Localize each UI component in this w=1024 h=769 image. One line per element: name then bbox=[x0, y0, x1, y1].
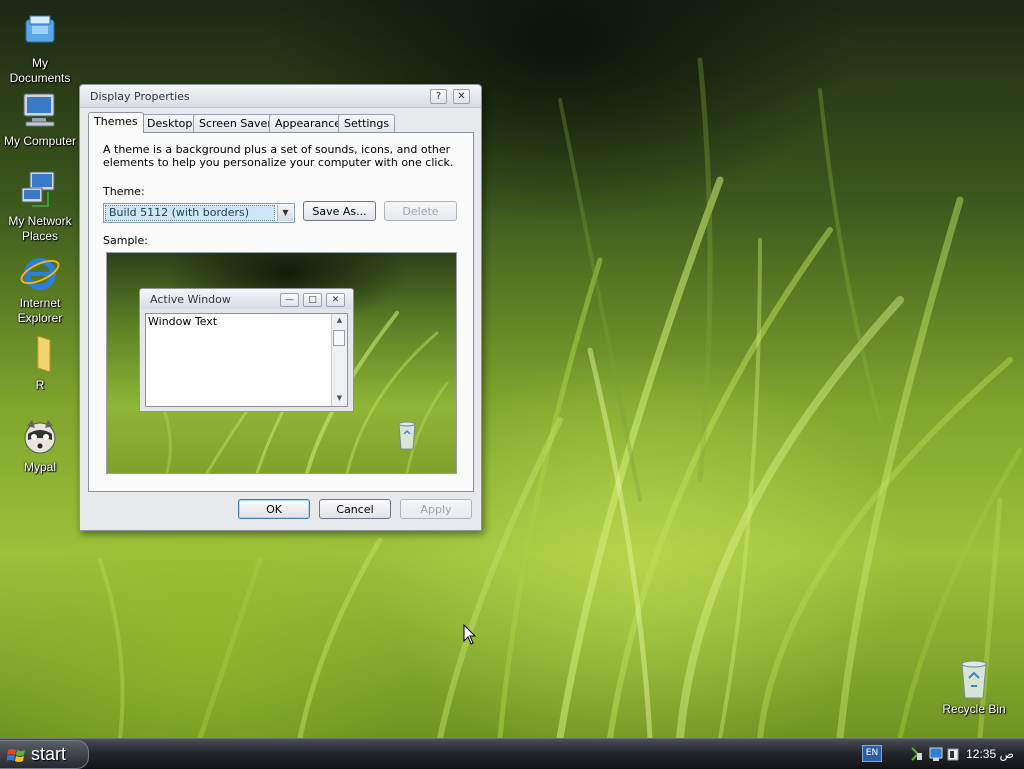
theme-description: A theme is a background plus a set of so… bbox=[103, 143, 454, 169]
desktop-icon-recycle-bin[interactable]: Recycle Bin bbox=[934, 656, 1014, 717]
sample-label: Sample: bbox=[103, 234, 148, 247]
tab-desktop[interactable]: Desktop bbox=[141, 114, 199, 132]
theme-label: Theme: bbox=[103, 185, 145, 198]
tab-themes[interactable]: Themes bbox=[88, 112, 144, 133]
desktop-icon-my-computer[interactable]: My Computer bbox=[0, 88, 80, 149]
internet-explorer-icon bbox=[18, 250, 62, 294]
scroll-up-icon: ▲ bbox=[336, 316, 343, 324]
language-indicator[interactable]: EN bbox=[862, 745, 882, 762]
close-icon: ✕ bbox=[326, 293, 345, 307]
safely-remove-tray-icon bbox=[947, 748, 959, 761]
desktop-icon-label: Internet Explorer bbox=[17, 296, 63, 325]
my-documents-icon bbox=[18, 10, 62, 54]
desktop-icon-label: R bbox=[35, 378, 45, 392]
sample-window-text: Window Text bbox=[148, 315, 218, 328]
scroll-down-icon: ▼ bbox=[336, 394, 343, 402]
sample-scrollbar: ▲ ▼ bbox=[331, 314, 347, 406]
sample-active-window: Active Window — □ ✕ Window Text ▲ ▼ bbox=[139, 288, 354, 412]
network-tray-icon bbox=[911, 747, 922, 761]
theme-sample-preview: Active Window — □ ✕ Window Text ▲ ▼ bbox=[106, 252, 457, 474]
help-button[interactable]: ? bbox=[430, 89, 447, 104]
sample-window-title: Active Window bbox=[150, 293, 231, 306]
recycle-bin-icon bbox=[952, 656, 996, 700]
maximize-icon: □ bbox=[303, 293, 322, 307]
desktop-icon-folder-r[interactable]: R bbox=[0, 332, 80, 393]
desktop-icon-mypal[interactable]: Mypal bbox=[0, 414, 80, 475]
desktop-icon-label: My Computer bbox=[3, 134, 77, 148]
display-properties-dialog: Display Properties ? ✕ Themes Desktop Sc… bbox=[79, 84, 482, 531]
start-label: start bbox=[31, 744, 67, 764]
sample-window-body: Window Text ▲ ▼ bbox=[145, 313, 348, 407]
close-button[interactable]: ✕ bbox=[453, 89, 470, 104]
desktop-icon-label: Recycle Bin bbox=[942, 702, 1006, 716]
desktop-icon-internet-explorer[interactable]: Internet Explorer bbox=[0, 250, 80, 326]
delete-button[interactable]: Delete bbox=[384, 201, 457, 221]
ok-button[interactable]: OK bbox=[238, 499, 310, 519]
start-button[interactable]: start bbox=[0, 740, 89, 769]
mypal-raccoon-icon bbox=[18, 414, 62, 458]
tab-screen-saver[interactable]: Screen Saver bbox=[193, 114, 278, 132]
save-as-button[interactable]: Save As... bbox=[303, 201, 376, 221]
tab-appearance[interactable]: Appearance bbox=[269, 114, 348, 132]
network-places-icon bbox=[18, 168, 62, 212]
desktop-icon-my-documents[interactable]: My Documents bbox=[0, 10, 80, 86]
apply-button[interactable]: Apply bbox=[400, 499, 472, 519]
chevron-down-icon[interactable]: ▼ bbox=[277, 205, 293, 221]
cancel-button[interactable]: Cancel bbox=[319, 499, 391, 519]
scroll-thumb bbox=[333, 330, 345, 346]
desktop-icon-label: My Network Places bbox=[8, 214, 72, 243]
clock[interactable]: 12:35 ص bbox=[966, 747, 1014, 761]
theme-dropdown[interactable]: Build 5112 (with borders) ▼ bbox=[103, 203, 295, 223]
desktop: My Documents My Computer My Network Plac… bbox=[0, 0, 1024, 738]
tray-icons bbox=[911, 747, 959, 761]
theme-dropdown-value: Build 5112 (with borders) bbox=[105, 205, 275, 221]
desktop-icon-label: My Documents bbox=[9, 56, 71, 85]
themes-panel: A theme is a background plus a set of so… bbox=[88, 132, 474, 492]
desktop-icon-label: Mypal bbox=[23, 460, 56, 474]
tab-settings[interactable]: Settings bbox=[338, 114, 396, 132]
sample-recycle-bin-icon bbox=[398, 421, 416, 450]
my-computer-icon bbox=[18, 88, 62, 132]
dialog-title: Display Properties bbox=[90, 90, 190, 103]
dialog-titlebar[interactable]: Display Properties ? ✕ bbox=[80, 85, 481, 108]
sample-window-titlebar: Active Window — □ ✕ bbox=[140, 289, 353, 309]
windows-logo-icon bbox=[7, 749, 25, 762]
desktop-icon-network-places[interactable]: My Network Places bbox=[0, 168, 80, 244]
system-tray: 12:35 ص bbox=[905, 739, 1024, 769]
display-tray-icon bbox=[929, 747, 943, 761]
minimize-icon: — bbox=[280, 293, 299, 307]
mouse-cursor-icon bbox=[463, 624, 477, 645]
taskbar: start EN 12:35 ص bbox=[0, 738, 1024, 769]
folder-icon bbox=[18, 332, 62, 376]
